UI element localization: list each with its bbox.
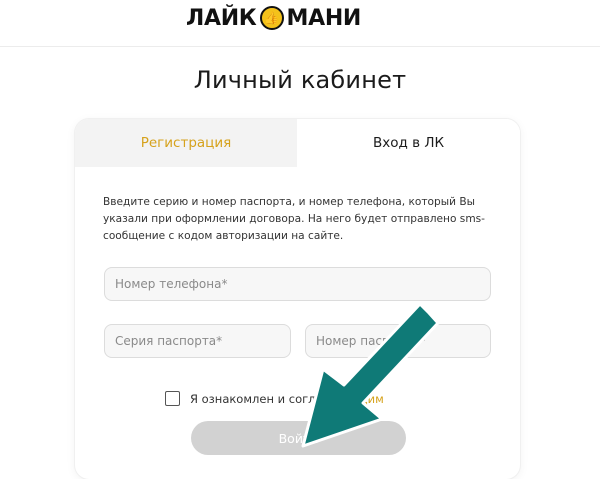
- thumbs-up-coin-icon: 👍: [259, 6, 284, 30]
- passport-series-input[interactable]: [104, 324, 291, 358]
- login-submit-button[interactable]: Войти: [191, 421, 406, 455]
- site-header: ЛАЙК 👍 МАНИ: [0, 0, 600, 47]
- phone-input[interactable]: [104, 267, 491, 301]
- consent-row: Я ознакомлен и согласен ющим: [165, 391, 384, 406]
- login-instructions: Введите серию и номер паспорта, и номер …: [103, 196, 485, 242]
- logo-word-right: МАНИ: [286, 5, 362, 31]
- consent-checkbox[interactable]: [165, 391, 180, 406]
- tab-registration[interactable]: Регистрация: [75, 119, 297, 167]
- tab-registration-label: Регистрация: [140, 135, 232, 151]
- consent-link[interactable]: ющим: [347, 392, 384, 406]
- consent-text: Я ознакомлен и согласен: [190, 391, 344, 406]
- page-title: Личный кабинет: [193, 66, 407, 94]
- tab-login[interactable]: Вход в ЛК: [297, 119, 520, 167]
- tab-login-label: Вход в ЛК: [372, 135, 445, 151]
- logo-word-left: ЛАЙК: [186, 5, 257, 31]
- passport-number-input[interactable]: [305, 324, 491, 358]
- auth-tabs: Регистрация Вход в ЛК: [75, 119, 520, 167]
- brand-logo[interactable]: ЛАЙК 👍 МАНИ: [186, 5, 361, 31]
